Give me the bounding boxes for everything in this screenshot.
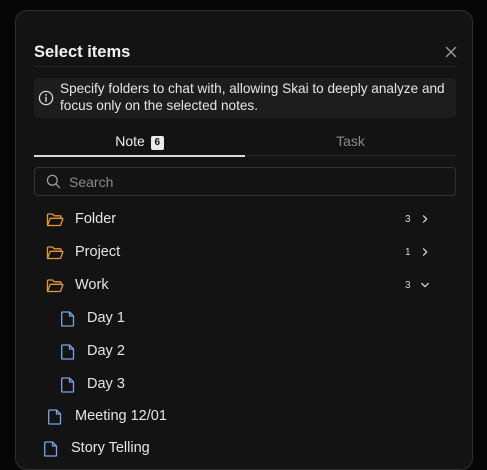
tab-note[interactable]: Note 6 — [34, 133, 245, 157]
file-icon — [61, 344, 75, 360]
chevron-down-icon[interactable] — [420, 280, 430, 290]
file-icon — [61, 311, 75, 327]
tree-file-day-3[interactable]: Day 3 — [34, 371, 456, 399]
folder-open-icon — [46, 246, 64, 260]
tree-folder-project[interactable]: Project 1 — [34, 239, 456, 267]
note-count-badge: 6 — [150, 136, 164, 150]
search-input[interactable] — [69, 171, 439, 192]
info-icon — [38, 90, 54, 106]
tree-file-story-telling[interactable]: Story Telling — [34, 435, 456, 463]
tab-task[interactable]: Task — [245, 133, 456, 157]
search-icon — [46, 174, 61, 189]
item-count: 3 — [405, 280, 411, 291]
tree-item-label: Project — [75, 244, 121, 260]
tree-item-label: Day 3 — [87, 376, 125, 392]
item-count: 3 — [405, 214, 411, 225]
header-divider — [34, 66, 456, 67]
item-count: 1 — [405, 247, 411, 258]
chevron-right-icon[interactable] — [420, 214, 430, 224]
select-items-dialog: Select items Specify folders to chat wit… — [15, 10, 473, 470]
active-tab-indicator — [34, 155, 245, 157]
tab-task-label: Task — [336, 133, 365, 149]
tree-file-day-1[interactable]: Day 1 — [34, 305, 456, 333]
close-icon[interactable] — [444, 45, 458, 59]
tree-file-meeting[interactable]: Meeting 12/01 — [34, 403, 456, 431]
tree-item-label: Folder — [75, 211, 117, 227]
tree-file-day-2[interactable]: Day 2 — [34, 338, 456, 366]
file-icon — [48, 409, 62, 425]
tab-note-label: Note — [115, 133, 145, 149]
file-icon — [44, 441, 58, 457]
tree-item-label: Day 2 — [87, 343, 125, 359]
dialog-title: Select items — [34, 43, 131, 61]
chevron-right-icon[interactable] — [420, 247, 430, 257]
tree-item-label: Work — [75, 277, 109, 293]
tree-folder-work[interactable]: Work 3 — [34, 272, 456, 300]
tree-item-label: Day 1 — [87, 310, 125, 326]
folder-open-icon — [46, 213, 64, 227]
info-banner: Specify folders to chat with, allowing S… — [34, 78, 456, 118]
search-box — [34, 167, 456, 196]
tree-folder-folder[interactable]: Folder 3 — [34, 206, 456, 234]
file-icon — [61, 377, 75, 393]
info-text: Specify folders to chat with, allowing S… — [60, 81, 445, 113]
folder-open-icon — [46, 279, 64, 293]
tree-item-label: Meeting 12/01 — [75, 408, 167, 424]
